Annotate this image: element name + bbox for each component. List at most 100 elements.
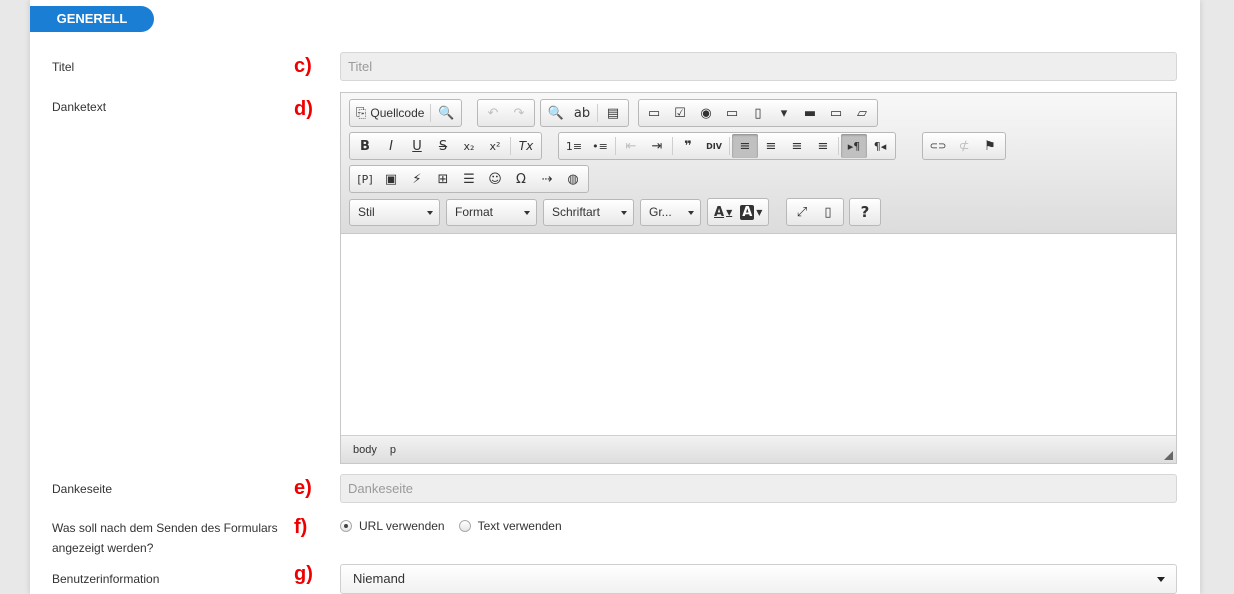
undo-button[interactable]: ↶ [480,101,506,125]
horizontal-rule-button[interactable]: ☰ [456,167,482,191]
justify-button[interactable]: ≡ [810,134,836,158]
placeholder-button[interactable]: [P] [352,167,378,191]
strike-button[interactable]: S [430,134,456,158]
textfield-button[interactable]: ▭ [719,101,745,125]
benutzerinformation-select[interactable]: Niemand [340,564,1177,594]
table-button[interactable]: ⊞ [430,167,456,191]
dankeseite-label: Dankeseite [52,482,113,496]
form-panel: GENERELL Titel c) Titel Danketext d) ⎘ Qu… [30,0,1200,594]
chevron-down-icon [688,211,694,215]
preview-button[interactable]: 🔍 [433,101,459,125]
link-button[interactable]: ⊂⊃ [925,134,951,158]
bulleted-list-button[interactable]: •≡ [587,134,613,158]
align-right-button[interactable]: ≡ [784,134,810,158]
page-break-button[interactable]: ⇢ [534,167,560,191]
toolbar-group-basicstyles: B I U S x₂ x² Tx [349,132,542,160]
path-item-body[interactable]: body [353,444,377,456]
special-char-button[interactable]: Ω [508,167,534,191]
replace-button[interactable]: ab [569,101,595,125]
image-button-button[interactable]: ▭ [823,101,849,125]
underline-button[interactable]: U [404,134,430,158]
remove-format-button[interactable]: Tx [513,134,539,158]
editor-toolbar: ⎘ Quellcode 🔍 ↶ ↷ 🔍 ab ▤ ▭ ☑ ◉ ▭ ▯ ▾ ▬ ▭… [341,93,1176,234]
dankeseite-input[interactable]: Dankeseite [340,474,1177,503]
source-button[interactable]: ⎘ Quellcode [352,101,428,125]
flash-button[interactable]: ⚡ [404,167,430,191]
radio-url-label[interactable]: URL verwenden [359,519,445,533]
editor-path-bar: body p [341,435,1176,463]
style-combo[interactable]: Stil [349,199,440,226]
align-left-button[interactable]: ≡ [732,134,758,158]
font-combo[interactable]: Schriftart [543,199,634,226]
source-icon: ⎘ [356,105,367,121]
numbered-list-button[interactable]: 1≡ [561,134,587,158]
text-color-button[interactable]: A ▼ [710,200,736,224]
titel-label: Titel [52,60,75,74]
smiley-button[interactable]: ☺ [482,167,508,191]
chevron-down-icon [427,211,433,215]
radio-url[interactable] [340,520,352,532]
section-tab-generell[interactable]: GENERELL [30,6,154,32]
blockquote-button[interactable]: ❞ [675,134,701,158]
after-submit-radio-group: URL verwenden Text verwenden [340,519,576,533]
after-submit-label-line2: angezeigt werden? [52,541,154,555]
italic-button[interactable]: I [378,134,404,158]
outdent-button[interactable]: ⇤ [618,134,644,158]
maximize-button[interactable]: ⤢ [789,200,815,224]
toolbar-group-forms: ▭ ☑ ◉ ▭ ▯ ▾ ▬ ▭ ▱ [638,99,878,127]
bg-color-button[interactable]: A ▼ [736,200,766,224]
separator [597,104,598,122]
about-button[interactable]: ? [852,200,878,224]
chevron-down-icon: ▼ [726,207,733,217]
style-combo-label: Stil [358,205,375,219]
separator [838,137,839,155]
subscript-button[interactable]: x₂ [456,134,482,158]
iframe-button[interactable]: ◍ [560,167,586,191]
danketext-label: Danketext [52,100,107,114]
radio-button[interactable]: ◉ [693,101,719,125]
toolbar-group-about: ? [849,198,881,226]
redo-button[interactable]: ↷ [506,101,532,125]
size-combo[interactable]: Gr... [640,199,701,226]
benutzerinformation-value: Niemand [353,571,406,586]
div-button[interactable]: DIV [701,134,727,158]
indent-button[interactable]: ⇥ [644,134,670,158]
find-button[interactable]: 🔍 [543,101,569,125]
unlink-button[interactable]: ⊄ [951,134,977,158]
radio-text-label[interactable]: Text verwenden [478,519,562,533]
marker-e: e) [294,477,312,499]
anchor-button[interactable]: ⚑ [977,134,1003,158]
toolbar-group-document: ⎘ Quellcode 🔍 [349,99,463,127]
superscript-button[interactable]: x² [482,134,508,158]
marker-c: c) [294,55,312,77]
form-button-button[interactable]: ▬ [797,101,823,125]
select-all-button[interactable]: ▤ [600,101,626,125]
toolbar-group-history: ↶ ↷ [477,99,535,127]
after-submit-label: Was soll nach dem Senden des Formulars a… [52,518,278,558]
marker-f: f) [294,516,308,538]
titel-input[interactable]: Titel [340,52,1177,81]
form-button[interactable]: ▭ [641,101,667,125]
ltr-button[interactable]: ▸¶ [841,134,867,158]
chevron-down-icon [524,211,530,215]
toolbar-group-links: ⊂⊃ ⊄ ⚑ [922,132,1006,160]
path-item-p[interactable]: p [390,444,396,456]
select-button[interactable]: ▾ [771,101,797,125]
hidden-field-button[interactable]: ▱ [849,101,875,125]
format-combo[interactable]: Format [446,199,537,226]
rtl-button[interactable]: ¶◂ [867,134,893,158]
show-blocks-button[interactable]: ▯ [815,200,841,224]
checkbox-button[interactable]: ☑ [667,101,693,125]
radio-text[interactable] [458,520,471,532]
image-button[interactable]: ▣ [378,167,404,191]
textarea-button[interactable]: ▯ [745,101,771,125]
separator [729,137,730,155]
bold-button[interactable]: B [352,134,378,158]
chevron-down-icon [621,211,627,215]
align-center-button[interactable]: ≡ [758,134,784,158]
resize-handle-icon[interactable] [1164,451,1173,460]
separator [672,137,673,155]
size-combo-label: Gr... [649,205,672,219]
editor-content-area[interactable] [341,234,1176,434]
toolbar-group-colors: A ▼ A ▼ [707,198,770,226]
